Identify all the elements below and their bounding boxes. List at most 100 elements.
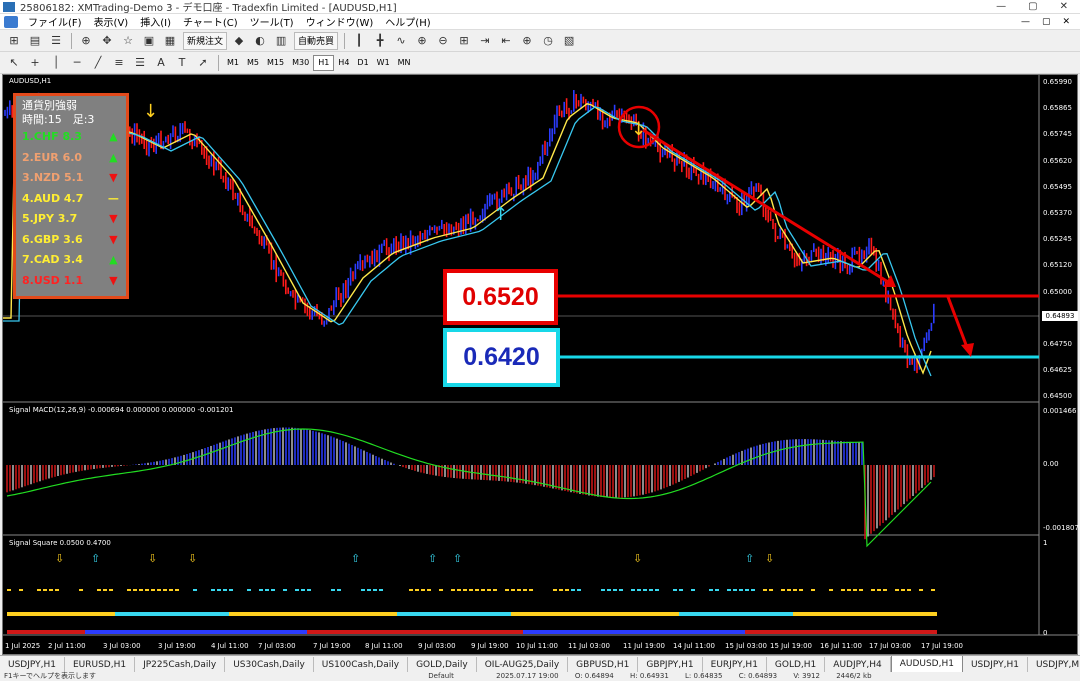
navigator-icon[interactable]: ✥	[97, 32, 117, 50]
signal-dot	[493, 589, 497, 591]
arrows-icon[interactable]: ➚	[193, 54, 213, 72]
timeframe-m30[interactable]: M30	[288, 55, 313, 71]
timeframe-m1[interactable]: M1	[223, 55, 243, 71]
signal-bar	[601, 612, 607, 616]
metaeditor-icon[interactable]: ◆	[229, 32, 249, 50]
signal-bar	[535, 630, 541, 634]
signal-bar	[457, 630, 463, 634]
signal-bar	[115, 612, 121, 616]
candlestick-icon[interactable]: ╋	[370, 32, 390, 50]
signal-bar	[421, 612, 427, 616]
timeframe-m5[interactable]: M5	[243, 55, 263, 71]
chart-tab[interactable]: GOLD,H1	[767, 657, 826, 672]
chart-tab[interactable]: USDJPY,M	[1028, 657, 1080, 672]
cursor-icon[interactable]: ↖	[4, 54, 24, 72]
chart-tab[interactable]: AUDJPY,H4	[825, 657, 891, 672]
signal-bar	[673, 630, 679, 634]
signal-bar	[145, 612, 151, 616]
chart-tab[interactable]: GBPUSD,H1	[568, 657, 639, 672]
signal-dot	[79, 589, 83, 591]
signals-icon[interactable]: ◐	[250, 32, 270, 50]
timeframe-d1[interactable]: D1	[353, 55, 372, 71]
time-tick-label: 3 Jul 03:00	[103, 642, 141, 650]
timeframe-mn[interactable]: MN	[394, 55, 415, 71]
signal-dot	[469, 589, 473, 591]
data-window-icon[interactable]: ⊕	[76, 32, 96, 50]
tester-icon[interactable]: ▦	[160, 32, 180, 50]
text-label-icon[interactable]: T	[172, 54, 192, 72]
tile-windows-icon[interactable]: ⊞	[454, 32, 474, 50]
menu-window[interactable]: ウィンドウ(W)	[300, 14, 380, 29]
signal-dot	[565, 589, 569, 591]
chart-tab[interactable]: GOLD,Daily	[408, 657, 477, 672]
time-tick-label: 16 Jul 11:00	[820, 642, 862, 650]
favorites-icon[interactable]: ☆	[118, 32, 138, 50]
indicators-icon[interactable]: ⊕	[517, 32, 537, 50]
zoom-out-icon[interactable]: ⊖	[433, 32, 453, 50]
new-chart-icon[interactable]: ⊞	[4, 32, 24, 50]
signal-bar	[811, 630, 817, 634]
timeframe-h4[interactable]: H4	[334, 55, 353, 71]
signal-bar	[415, 630, 421, 634]
menu-help[interactable]: ヘルプ(H)	[379, 14, 436, 29]
macd-tick-label: 0.00	[1043, 460, 1059, 468]
menu-view[interactable]: 表示(V)	[88, 14, 135, 29]
timeframe-h1[interactable]: H1	[313, 54, 335, 71]
signal-dot	[577, 589, 581, 591]
child-minimize-button[interactable]: —	[1021, 17, 1030, 27]
menu-file[interactable]: ファイル(F)	[22, 14, 88, 29]
menu-chart[interactable]: チャート(C)	[177, 14, 244, 29]
market-icon[interactable]: ▥	[271, 32, 291, 50]
text-icon[interactable]: A	[151, 54, 171, 72]
horizontal-line-icon[interactable]: ─	[67, 54, 87, 72]
chart-tab[interactable]: OIL-AUG25,Daily	[477, 657, 569, 672]
trendline-icon[interactable]: ╱	[88, 54, 108, 72]
signal-bar	[841, 630, 847, 634]
signal-bar	[475, 630, 481, 634]
chart-tab[interactable]: USDJPY,H1	[0, 657, 65, 672]
signal-bar	[253, 630, 259, 634]
signal-dot	[259, 589, 263, 591]
crosshair-icon[interactable]: +	[25, 54, 45, 72]
autoscroll-icon[interactable]: ⇥	[475, 32, 495, 50]
signal-bar	[31, 630, 37, 634]
signal-bar	[169, 630, 175, 634]
minimize-button[interactable]: —	[996, 1, 1006, 12]
chart-window-icon[interactable]	[4, 15, 18, 28]
templates-icon[interactable]: ▧	[559, 32, 579, 50]
market-watch-icon[interactable]: ☰	[46, 32, 66, 50]
signal-bar	[139, 630, 145, 634]
child-restore-button[interactable]: ▢	[1042, 17, 1051, 27]
menu-insert[interactable]: 挿入(I)	[134, 14, 177, 29]
chart-window[interactable]: ↓ ↓ ↑ ⇩ ⇧ ⇩ ⇩ ⇧ ⇧ ⇧ ⇩ ⇧ ⇩ AUDUSD,H1 Signal MACD(12,2…	[2, 74, 1079, 655]
line-chart-icon[interactable]: ∿	[391, 32, 411, 50]
timeframe-m15[interactable]: M15	[263, 55, 288, 71]
channel-icon[interactable]: ≡	[109, 54, 129, 72]
chart-tab[interactable]: EURUSD,H1	[65, 657, 136, 672]
chart-tab[interactable]: USDJPY,H1	[963, 657, 1028, 672]
signal-bar	[61, 612, 67, 616]
timeframe-w1[interactable]: W1	[373, 55, 394, 71]
chart-tab[interactable]: JP225Cash,Daily	[135, 657, 226, 672]
vertical-line-icon[interactable]: │	[46, 54, 66, 72]
maximize-button[interactable]: ▢	[1028, 1, 1037, 12]
strength-value: 2.EUR 6.0	[22, 150, 83, 164]
menu-tools[interactable]: ツール(T)	[244, 14, 300, 29]
new-order-button[interactable]: 新規注文	[183, 31, 228, 50]
chart-tab[interactable]: US100Cash,Daily	[314, 657, 409, 672]
profiles-icon[interactable]: ▤	[25, 32, 45, 50]
chart-tab[interactable]: AUDUSD,H1	[890, 656, 963, 672]
close-button[interactable]: ✕	[1060, 1, 1068, 12]
chart-tab[interactable]: GBPJPY,H1	[638, 657, 703, 672]
fibonacci-icon[interactable]: ☰	[130, 54, 150, 72]
bar-chart-icon[interactable]: ┃	[349, 32, 369, 50]
zoom-in-icon[interactable]: ⊕	[412, 32, 432, 50]
chart-tab[interactable]: US30Cash,Daily	[225, 657, 314, 672]
child-close-button[interactable]: ✕	[1062, 17, 1070, 27]
signal-bar	[601, 630, 607, 634]
chart-shift-icon[interactable]: ⇤	[496, 32, 516, 50]
periods-icon[interactable]: ◷	[538, 32, 558, 50]
chart-tab[interactable]: EURJPY,H1	[703, 657, 767, 672]
terminal-icon[interactable]: ▣	[139, 32, 159, 50]
auto-trading-button[interactable]: 自動売買	[294, 31, 339, 50]
